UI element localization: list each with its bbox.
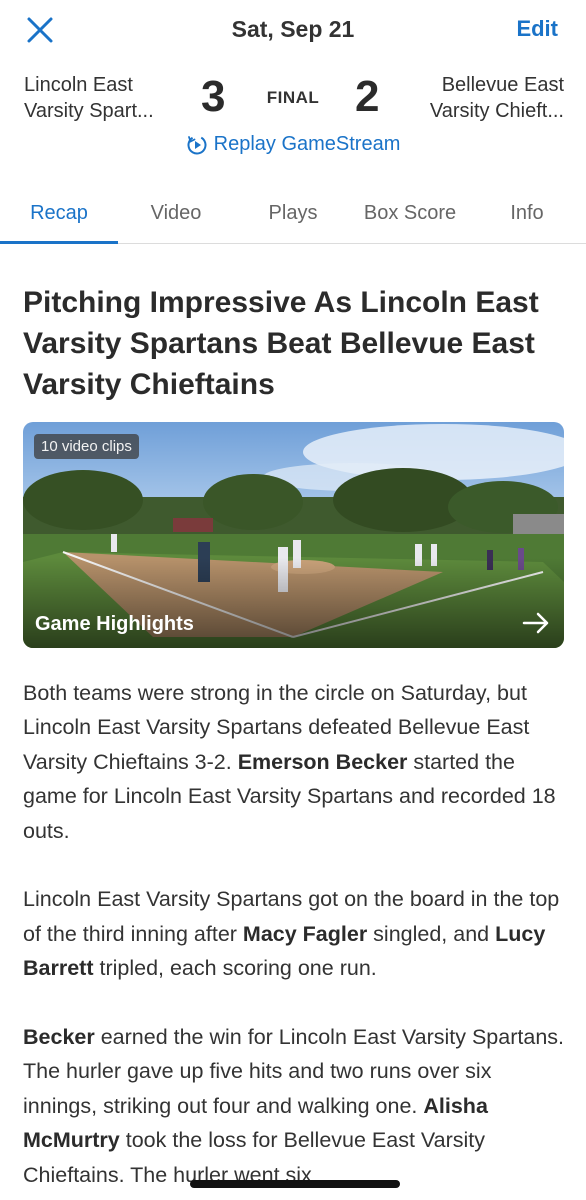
video-clip-count-badge: 10 video clips bbox=[34, 434, 139, 459]
article-paragraph-3: Becker earned the win for Lincoln East V… bbox=[23, 1020, 568, 1192]
tab-video[interactable]: Video bbox=[118, 202, 234, 225]
page-title: Sat, Sep 21 bbox=[231, 16, 355, 42]
away-team-line-2: Varsity Chieft... bbox=[429, 100, 564, 122]
tab-bar: Recap Video Plays Box Score Info bbox=[0, 186, 586, 244]
away-team-line-1: Bellevue East bbox=[441, 74, 564, 96]
player-name: Emerson Becker bbox=[237, 749, 408, 774]
away-score: 2 bbox=[355, 72, 380, 121]
video-card-title: Game Highlights bbox=[35, 613, 194, 635]
edit-button[interactable]: Edit bbox=[516, 16, 558, 42]
text-span: tripled, each scoring one run. bbox=[93, 956, 377, 981]
replay-label: Replay GameStream bbox=[213, 133, 401, 155]
replay-icon bbox=[187, 135, 207, 154]
article-paragraph-2: Lincoln East Varsity Spartans got on the… bbox=[23, 882, 568, 985]
text-span: singled, and bbox=[367, 921, 496, 946]
away-team-name[interactable]: Bellevue East Varsity Chieft... bbox=[404, 72, 564, 124]
tab-info[interactable]: Info bbox=[468, 202, 586, 225]
home-indicator[interactable] bbox=[190, 1180, 400, 1188]
article-headline: Pitching Impressive As Lincoln East Vars… bbox=[23, 286, 539, 401]
player-name: Macy Fagler bbox=[242, 921, 368, 946]
article-paragraph-1: Both teams were strong in the circle on … bbox=[23, 676, 568, 848]
tab-plays[interactable]: Plays bbox=[234, 202, 352, 225]
player-name: Becker bbox=[23, 1025, 95, 1050]
article-body: Both teams were strong in the circle on … bbox=[23, 676, 568, 1200]
tab-box-score[interactable]: Box Score bbox=[352, 202, 468, 225]
replay-gamestream-link[interactable]: Replay GameStream bbox=[0, 133, 586, 156]
arrow-right-icon bbox=[522, 612, 549, 634]
active-tab-indicator bbox=[0, 241, 118, 244]
scoreboard: Lincoln East Varsity Spart... 3 FINAL 2 … bbox=[0, 70, 586, 130]
top-nav-bar: Sat, Sep 21 Edit bbox=[0, 0, 586, 62]
game-highlights-card[interactable]: 10 video clips Game Highlights bbox=[23, 422, 564, 648]
tab-recap[interactable]: Recap bbox=[0, 202, 118, 225]
